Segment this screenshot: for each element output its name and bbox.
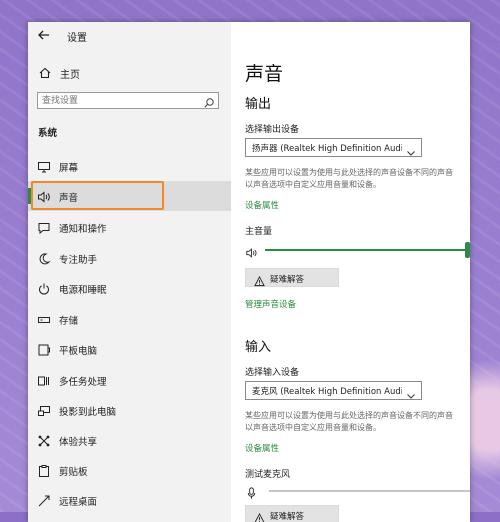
output-troubleshoot-button[interactable]: 疑难解答 xyxy=(245,268,339,287)
sidebar-item-label: 剪贴板 xyxy=(59,467,88,478)
microphone-level-meter xyxy=(245,483,470,499)
input-device-value: 麦克风 (Realtek High Definition Audi... xyxy=(252,387,402,397)
volume-thumb[interactable] xyxy=(465,242,470,258)
test-microphone-label: 测试麦克风 xyxy=(245,470,291,480)
microphone-icon xyxy=(245,485,258,499)
input-device-properties-link[interactable]: 设备属性 xyxy=(245,442,279,454)
sidebar-item-multitasking[interactable]: 多任务处理 xyxy=(28,365,231,395)
sidebar-item-notifications[interactable]: 通知和操作 xyxy=(28,212,231,242)
sidebar-item-label: 通知和操作 xyxy=(59,224,107,235)
output-device-value: 扬声器 (Realtek High Definition Audi... xyxy=(252,144,402,154)
home-label: 主页 xyxy=(60,70,80,81)
sidebar-item-label: 多任务处理 xyxy=(59,377,107,388)
search-icon[interactable] xyxy=(203,94,215,108)
sidebar-item-remote-desktop[interactable]: 远程桌面 xyxy=(28,485,231,515)
speaker-icon[interactable] xyxy=(245,244,258,258)
page-title: 声音 xyxy=(245,63,284,85)
storage-icon xyxy=(37,312,51,326)
power-icon xyxy=(37,281,51,295)
sidebar-item-label: 屏幕 xyxy=(59,163,79,174)
volume-track[interactable] xyxy=(265,249,465,251)
sidebar-item-shared-experiences[interactable]: 体验共享 xyxy=(28,425,231,455)
sidebar-item-projecting[interactable]: 投影到此电脑 xyxy=(28,395,231,425)
warning-icon xyxy=(254,272,265,287)
notification-icon xyxy=(37,220,51,235)
window-title: 设置 xyxy=(67,33,87,44)
output-heading: 输出 xyxy=(245,97,272,112)
search-input[interactable] xyxy=(38,93,202,108)
sidebar-item-label: 电源和睡眠 xyxy=(59,285,107,296)
sound-highlight-box xyxy=(31,181,164,210)
input-device-select[interactable]: 麦克风 (Realtek High Definition Audi... xyxy=(245,381,422,400)
monitor-icon xyxy=(37,159,51,173)
master-volume-label: 主音量 xyxy=(245,227,273,237)
output-troubleshoot-label: 疑难解答 xyxy=(270,275,305,285)
sidebar-item-label: 远程桌面 xyxy=(59,497,98,508)
microphone-level-track xyxy=(269,490,470,492)
output-device-properties-link[interactable]: 设备属性 xyxy=(245,199,279,211)
sidebar-item-storage[interactable]: 存储 xyxy=(28,304,231,334)
sidebar-item-label: 体验共享 xyxy=(59,437,98,448)
home-nav-item[interactable]: 主页 xyxy=(36,64,226,82)
tablet-icon xyxy=(37,342,51,356)
chevron-down-icon xyxy=(406,386,416,399)
search-box[interactable] xyxy=(37,92,219,109)
output-device-select[interactable]: 扬声器 (Realtek High Definition Audi... xyxy=(245,138,422,157)
multitask-icon xyxy=(37,373,51,387)
back-arrow-icon[interactable] xyxy=(36,27,52,43)
main-content: 声音 输出 选择输出设备 扬声器 (Realtek High Definitio… xyxy=(231,22,470,522)
master-volume-slider[interactable] xyxy=(245,242,470,258)
input-device-label: 选择输入设备 xyxy=(245,368,300,378)
moon-icon xyxy=(37,251,51,265)
sidebar-item-label: 平板电脑 xyxy=(59,346,98,357)
remote-desktop-icon xyxy=(37,493,51,507)
sidebar-item-power[interactable]: 电源和睡眠 xyxy=(28,273,231,303)
sidebar-item-display[interactable]: 屏幕 xyxy=(28,151,231,181)
sidebar-item-tablet[interactable]: 平板电脑 xyxy=(28,334,231,364)
clipboard-icon xyxy=(37,463,51,477)
chevron-down-icon xyxy=(406,143,416,156)
home-icon xyxy=(38,65,52,79)
sidebar-item-label: 专注助手 xyxy=(59,255,98,266)
input-troubleshoot-button[interactable]: 疑难解答 xyxy=(245,505,339,522)
section-title-system: 系统 xyxy=(38,128,58,139)
output-device-label: 选择输出设备 xyxy=(245,125,300,135)
sidebar-item-focus-assist[interactable]: 专注助手 xyxy=(28,243,231,273)
settings-window: 设置 主页 系统 屏幕 声音 xyxy=(28,22,470,522)
input-heading: 输入 xyxy=(245,340,272,355)
input-description-line2: 以声音选项中自定义应用音量和设备。 xyxy=(245,423,381,432)
warning-icon xyxy=(254,509,265,522)
sidebar-item-label: 存储 xyxy=(59,316,79,327)
output-description-line1: 某些应用可以设置为使用与此处选择的声音设备不同的声音 xyxy=(245,168,453,177)
title-bar: 设置 xyxy=(28,22,231,50)
output-description-line2: 以声音选项中自定义应用音量和设备。 xyxy=(245,180,381,189)
sidebar-item-clipboard[interactable]: 剪贴板 xyxy=(28,455,231,485)
projection-icon xyxy=(37,403,51,417)
sidebar: 设置 主页 系统 屏幕 声音 xyxy=(28,22,231,522)
shared-experience-icon xyxy=(37,433,51,447)
input-description-line1: 某些应用可以设置为使用与此处选择的声音设备不同的声音 xyxy=(245,411,453,420)
sidebar-item-label: 投影到此电脑 xyxy=(59,407,117,418)
manage-sound-devices-link[interactable]: 管理声音设备 xyxy=(245,298,296,310)
